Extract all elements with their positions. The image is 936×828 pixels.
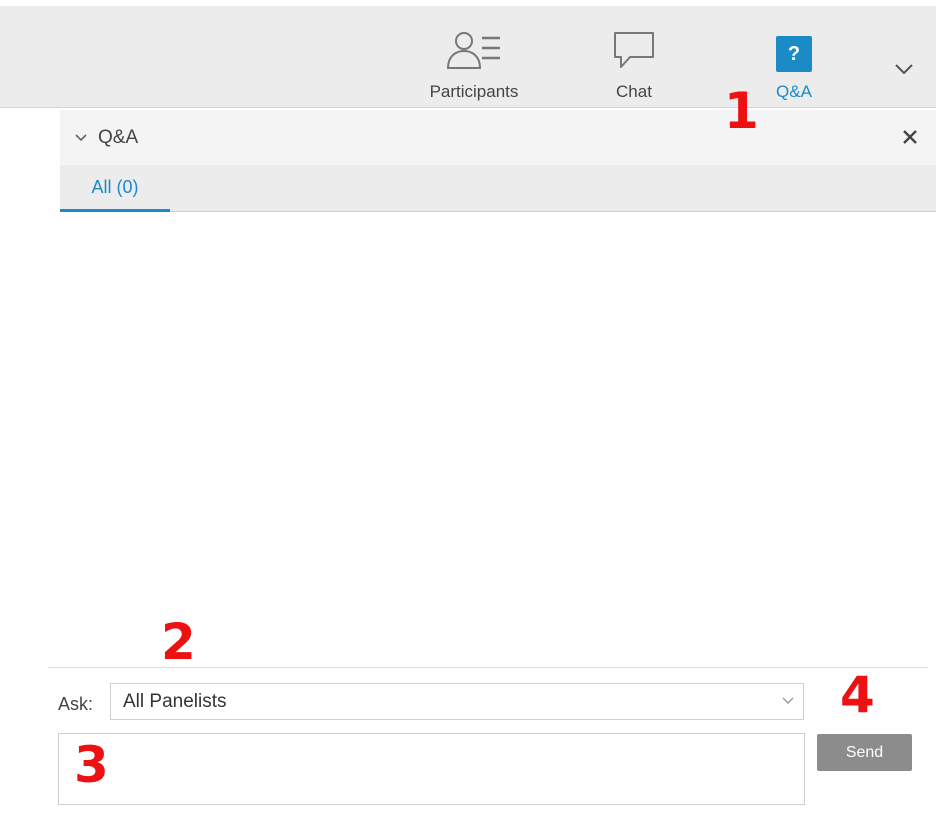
annotation-marker-4: 4 (840, 666, 875, 724)
annotation-marker-3: 3 (74, 736, 109, 794)
ask-recipient-dropdown[interactable]: All Panelists (110, 683, 804, 720)
question-list (60, 212, 936, 667)
annotation-marker-2: 2 (161, 613, 196, 671)
ask-selected-value: All Panelists (123, 690, 227, 712)
qa-button[interactable]: ? Q&A (760, 6, 828, 108)
participants-label: Participants (429, 82, 519, 101)
chevron-down-icon (782, 697, 794, 704)
send-button[interactable]: Send (817, 734, 912, 771)
ask-label: Ask: (58, 694, 94, 714)
panel-title: Q&A (98, 126, 139, 148)
qa-panel-header: Q&A (60, 110, 936, 165)
qa-tab-bar: All (0) (60, 165, 936, 212)
chat-bubble-icon (614, 32, 654, 68)
collapse-chevron-icon[interactable] (74, 131, 88, 145)
chat-label: Chat (616, 82, 652, 101)
question-input[interactable] (58, 733, 805, 805)
qa-icon: ? (776, 36, 812, 72)
participants-button[interactable]: Participants (420, 6, 528, 108)
tab-all[interactable]: All (0) (60, 165, 170, 212)
close-icon[interactable] (900, 127, 920, 147)
panel-toolbar: Participants Chat ? Q&A (0, 6, 936, 108)
chevron-down-icon[interactable] (892, 60, 916, 78)
participants-list-icon (446, 32, 500, 69)
annotation-marker-1: 1 (724, 82, 759, 140)
chat-button[interactable]: Chat (598, 6, 670, 108)
qa-label: Q&A (776, 82, 812, 101)
